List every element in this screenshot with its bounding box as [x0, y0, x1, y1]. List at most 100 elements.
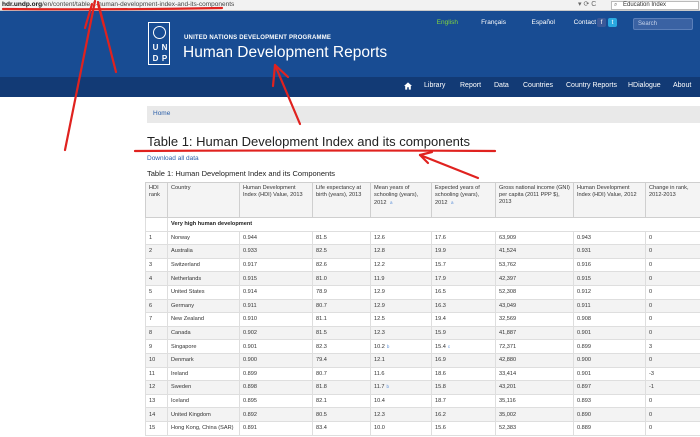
browser-address-bar[interactable]: hdr.undp.org/en/content/table-1-human-de…	[0, 0, 700, 11]
footnote-link[interactable]: b	[386, 384, 389, 389]
facebook-icon[interactable]: f	[597, 18, 606, 27]
undp-logo[interactable]: U N D P	[148, 22, 170, 65]
table-row: 9 Singapore 0.901 82.3 10.2 b 15.4 c 72,371 0.899…	[145, 339, 700, 354]
url-text[interactable]: hdr.undp.org/en/content/table-1-human-de…	[2, 1, 234, 8]
rank-cell-value: 8	[149, 330, 153, 337]
rank-cell: 3	[145, 257, 168, 273]
country-cell-value: Switzerland	[171, 262, 200, 269]
hdi-2013-cell: 0.891	[239, 420, 313, 436]
footnote-link[interactable]: b	[387, 344, 390, 349]
nav-item-about[interactable]: About	[673, 82, 691, 89]
site-title[interactable]: Human Development Reports	[183, 44, 387, 62]
gni-cell-value: 43,049	[499, 302, 517, 309]
expected-schooling-cell-value: 19.4	[435, 316, 446, 323]
rank-cell: 4	[145, 271, 168, 286]
rank-change-cell: 0	[645, 284, 700, 300]
hdi-2013-cell-value: 0.911	[243, 302, 257, 309]
hdi-2012-cell-value: 0.900	[577, 357, 591, 364]
lang-espanol[interactable]: Español	[532, 19, 556, 26]
hdi-2013-cell: 0.902	[239, 325, 313, 341]
contact-link[interactable]: Contact	[574, 19, 596, 26]
mean-schooling-cell-value: 12.1	[374, 357, 385, 364]
nav-item-hdialogue[interactable]: HDialogue	[628, 82, 661, 89]
country-cell: Germany	[167, 298, 240, 314]
hdi-2012-cell: 0.916	[573, 257, 646, 273]
nav-item-library[interactable]: Library	[424, 82, 445, 89]
expected-schooling-cell: 19.9	[431, 244, 496, 259]
browser-search-value: Education Index	[623, 2, 667, 8]
life-expectancy-cell: 82.6	[312, 257, 371, 273]
gni-cell: 72,371	[495, 339, 574, 354]
site-search-input[interactable]: Search	[633, 18, 693, 30]
hdi-2013-cell-value: 0.892	[243, 411, 257, 418]
gni-cell-value: 72,371	[499, 343, 517, 350]
rank-cell: 10	[145, 352, 168, 368]
column-header: Gross national income (GNI) per capita (…	[495, 182, 574, 218]
hdi-2013-cell: 0.892	[239, 407, 313, 422]
column-header: HDI rank	[145, 182, 168, 218]
rank-change-cell: -1	[645, 380, 700, 395]
mean-schooling-cell: 12.9	[370, 298, 432, 314]
browser-search-box[interactable]: ⌕ Education Index	[611, 1, 699, 10]
hdi-2012-cell-value: 0.915	[577, 275, 591, 282]
home-icon[interactable]	[404, 82, 412, 90]
life-expectancy-cell-value: 82.6	[316, 262, 327, 269]
rank-change-cell: 3	[645, 339, 700, 354]
expected-schooling-cell-value: 15.6	[435, 425, 446, 432]
rank-cell: 6	[145, 298, 168, 314]
gni-cell-value: 63,909	[499, 234, 517, 241]
site-header: English Français Español Contact f t Sea…	[0, 11, 700, 77]
hdi-2012-cell-value: 0.899	[577, 343, 591, 350]
lang-francais[interactable]: Français	[481, 19, 506, 26]
hdi-2012-cell-value: 0.908	[577, 316, 591, 323]
table-row: 13 Iceland 0.895 82.1 10.4 18.7 35,116 0.893 0	[145, 393, 700, 409]
nav-item-data[interactable]: Data	[494, 82, 509, 89]
breadcrumb-home[interactable]: Home	[153, 110, 170, 117]
mean-schooling-cell: 11.9	[370, 271, 432, 286]
twitter-icon[interactable]: t	[608, 18, 617, 27]
hdi-2013-cell-value: 0.899	[243, 370, 257, 377]
lang-english[interactable]: English	[437, 19, 458, 26]
footnote-link[interactable]: a	[451, 200, 454, 205]
rank-change-cell: 0	[645, 230, 700, 246]
url-path: /en/content/table-1-human-development-in…	[42, 1, 235, 8]
rank-change-cell: 0	[645, 393, 700, 409]
life-expectancy-cell-value: 80.7	[316, 370, 327, 377]
country-cell: United States	[167, 284, 240, 300]
country-cell: Hong Kong, China (SAR)	[167, 420, 240, 436]
expected-schooling-cell-value: 16.3	[435, 302, 446, 309]
gni-cell-value: 52,383	[499, 425, 517, 432]
expected-schooling-cell: 17.9	[431, 271, 496, 286]
country-cell: Iceland	[167, 393, 240, 409]
gni-cell-value: 53,762	[499, 262, 517, 269]
nav-item-report[interactable]: Report	[460, 82, 481, 89]
download-all-data-link[interactable]: Download all data	[147, 155, 199, 162]
hdi-2013-cell: 0.900	[239, 352, 313, 368]
hdi-2012-cell: 0.911	[573, 298, 646, 314]
expected-schooling-cell-value: 15.4	[435, 343, 446, 350]
expected-schooling-cell: 15.9	[431, 325, 496, 341]
country-cell: Denmark	[167, 352, 240, 368]
column-header: Human Development Index (HDI) Value, 201…	[239, 182, 313, 218]
rank-cell: 9	[145, 339, 168, 354]
life-expectancy-cell-value: 82.3	[316, 343, 327, 350]
nav-item-countries[interactable]: Countries	[523, 82, 553, 89]
footnote-link[interactable]: c	[448, 344, 450, 349]
country-cell: Sweden	[167, 380, 240, 395]
gni-cell-value: 42,397	[499, 275, 517, 282]
table-row: 8 Canada 0.902 81.5 12.3 15.9 41,887 0.901 0	[145, 325, 700, 341]
nav-item-country-reports[interactable]: Country Reports	[566, 82, 617, 89]
country-cell-value: Denmark	[171, 357, 194, 364]
footnote-link[interactable]: a	[390, 200, 393, 205]
rank-change-cell-value: 3	[649, 343, 653, 350]
rank-cell-value: 4	[149, 275, 153, 282]
country-cell-value: Singapore	[171, 343, 197, 350]
mean-schooling-cell: 12.6	[370, 230, 432, 246]
mean-schooling-cell: 10.0	[370, 420, 432, 436]
reload-controls[interactable]: ▾ ⟳ C	[578, 0, 596, 8]
rank-cell-value: 1	[149, 234, 153, 241]
expected-schooling-cell: 16.3	[431, 298, 496, 314]
rank-change-cell-value: 0	[649, 330, 653, 337]
mean-schooling-cell-value: 11.9	[374, 275, 385, 282]
hdi-2012-cell: 0.931	[573, 244, 646, 259]
